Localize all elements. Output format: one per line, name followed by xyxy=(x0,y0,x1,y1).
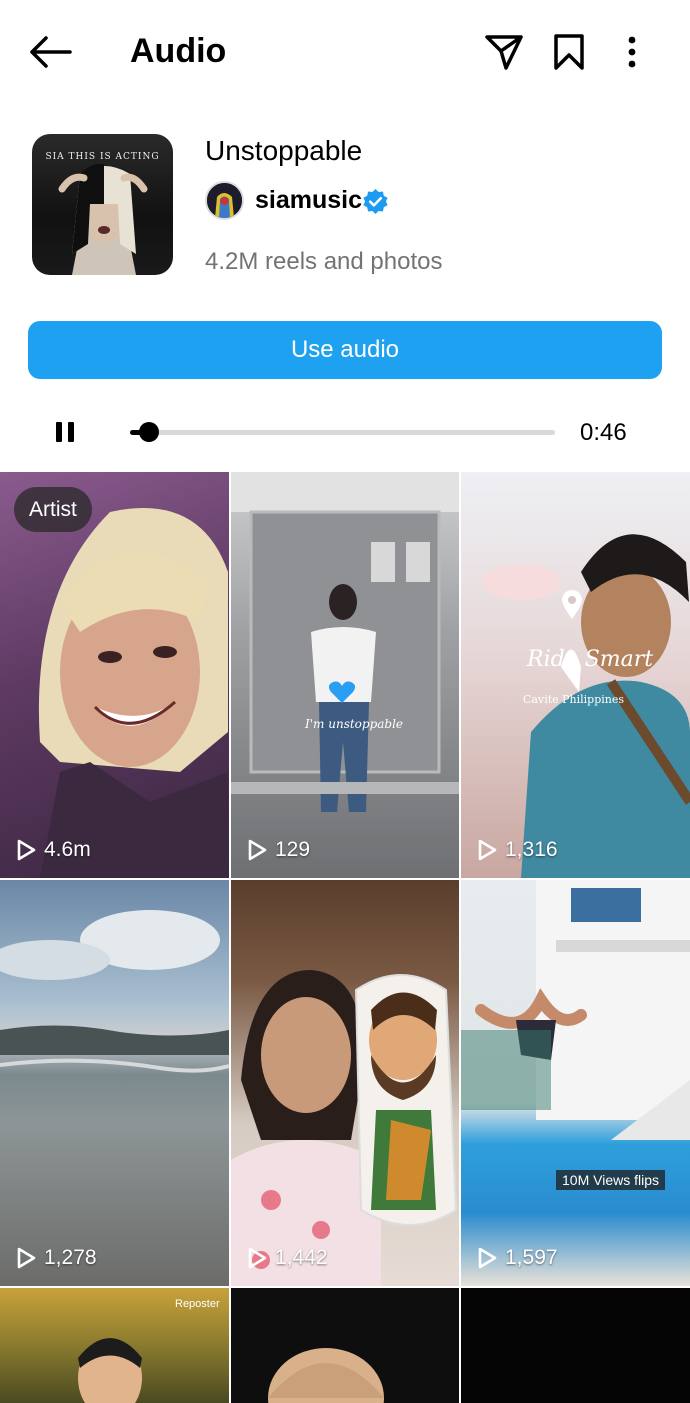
paper-plane-icon xyxy=(485,35,523,70)
verified-badge-icon xyxy=(363,188,388,215)
view-count-label: 1,316 xyxy=(505,838,558,861)
artist-avatar[interactable] xyxy=(205,181,244,220)
audio-progress-handle[interactable] xyxy=(139,422,160,442)
audio-progress-slider[interactable] xyxy=(130,422,555,442)
reel-image xyxy=(38,508,229,878)
reel-caption: 10M Views flips xyxy=(556,1170,666,1190)
reel-thumbnail[interactable]: I'm unstoppable 129 xyxy=(231,472,459,878)
arrow-left-icon xyxy=(30,36,72,68)
view-count-label: 129 xyxy=(275,838,311,861)
play-icon xyxy=(248,839,267,861)
reel-image xyxy=(461,880,690,1140)
save-button[interactable] xyxy=(545,28,593,76)
use-audio-button[interactable]: Use audio xyxy=(28,321,662,379)
view-count: 1,597 xyxy=(477,1246,558,1270)
view-count: 1,278 xyxy=(16,1246,97,1270)
reel-caption: I'm unstoppable xyxy=(305,717,404,731)
view-count-label: 1,597 xyxy=(505,1246,558,1269)
reel-thumbnail[interactable]: 1,442 xyxy=(231,880,459,1286)
reels-count: 4.2M reels and photos xyxy=(205,248,443,275)
view-count: 1,316 xyxy=(477,838,558,862)
view-count: 4.6m xyxy=(16,838,91,862)
artist-name-link[interactable]: siamusic xyxy=(255,185,362,216)
reel-image xyxy=(481,534,690,878)
top-bar: Audio xyxy=(0,0,690,104)
view-count-label: 4.6m xyxy=(44,838,91,861)
reel-thumbnail[interactable]: Reposter xyxy=(0,1288,229,1403)
reel-thumbnail[interactable]: 1,278 xyxy=(0,880,229,1286)
reel-caption: Reposter xyxy=(175,1298,220,1310)
pause-button[interactable] xyxy=(48,414,82,450)
more-vertical-icon xyxy=(628,36,636,68)
reel-thumbnail[interactable]: Artist 4.6m xyxy=(0,472,229,878)
avatar-image xyxy=(207,183,242,218)
reel-thumbnail[interactable]: 10M Views flips 1,597 xyxy=(461,880,690,1286)
reel-thumbnail[interactable]: Ride Smart Cavite Philippines 1,316 xyxy=(461,472,690,878)
reel-caption: Cavite Philippines xyxy=(523,693,625,706)
back-button[interactable] xyxy=(24,28,76,76)
reels-grid: Artist 4.6m I'm unstoppable 129 Ride Sma… xyxy=(0,472,690,1403)
heart-icon xyxy=(328,681,356,703)
share-button[interactable] xyxy=(480,28,528,76)
more-options-button[interactable] xyxy=(608,28,656,76)
reel-image xyxy=(231,472,459,812)
reel-image xyxy=(0,910,229,1073)
view-count: 1,442 xyxy=(247,1246,328,1270)
play-icon xyxy=(17,839,36,861)
reel-image xyxy=(268,1348,384,1403)
reel-thumbnail[interactable] xyxy=(461,1288,690,1403)
reel-thumbnail[interactable] xyxy=(231,1288,459,1403)
pause-icon xyxy=(56,422,74,442)
play-icon xyxy=(478,839,497,861)
time-remaining: 0:46 xyxy=(580,419,627,446)
location-pin-icon xyxy=(562,590,582,619)
page-title: Audio xyxy=(130,32,227,70)
view-count: 129 xyxy=(247,838,310,862)
play-icon xyxy=(478,1247,497,1269)
album-cover: SIA THIS IS ACTING xyxy=(32,134,173,275)
play-icon xyxy=(248,1247,267,1269)
bookmark-icon xyxy=(554,34,584,70)
play-icon xyxy=(17,1247,36,1269)
artist-badge: Artist xyxy=(14,487,92,532)
album-art-image xyxy=(58,163,148,275)
reel-caption: Ride Smart xyxy=(527,647,654,672)
view-count-label: 1,442 xyxy=(275,1246,328,1269)
view-count-label: 1,278 xyxy=(44,1246,97,1269)
track-title: Unstoppable xyxy=(205,135,363,166)
reel-image xyxy=(231,970,458,1286)
